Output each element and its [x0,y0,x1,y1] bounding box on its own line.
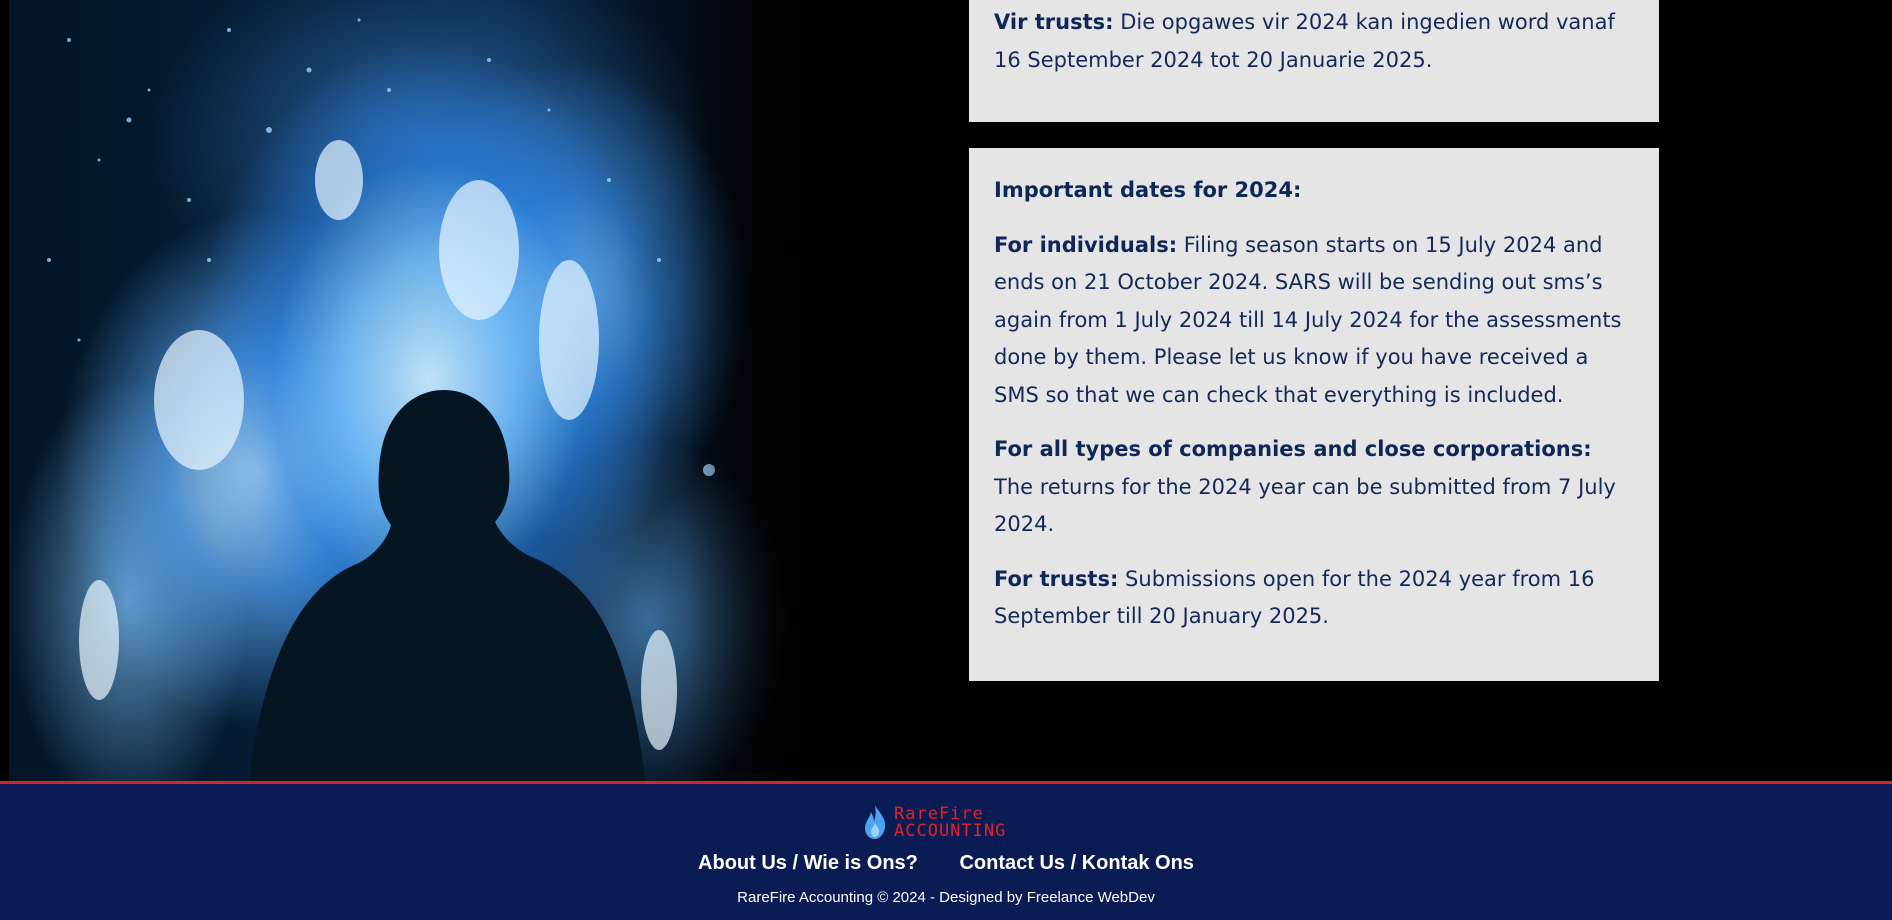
important-dates-heading: Important dates for 2024: [994,178,1302,202]
logo-wordmark-line2: ACCOUNTING [894,821,1007,841]
rarefire-logo[interactable]: RareFire ACCOUNTING [862,803,1042,845]
site-footer: RareFire ACCOUNTING About Us / Wie is On… [0,781,1892,920]
companies-paragraph: For all types of companies and close cor… [994,437,1616,536]
info-card-afrikaans: Vir trusts: Die opgawes vir 2024 kan ing… [969,0,1659,122]
individuals-paragraph: For individuals: Filing season starts on… [994,232,1622,407]
flame-icon [865,805,886,839]
footer-link-about[interactable]: About Us / Wie is Ons? [698,852,918,874]
hero-fade [685,0,835,781]
trusts-paragraph: For trusts: Submissions open for the 202… [994,566,1595,629]
copyright-text: RareFire Accounting © 2024 - Designed by… [737,889,1155,906]
footer-nav: About Us / Wie is Ons? Contact Us / Kont… [0,852,1892,875]
trusts-paragraph-afrikaans: Vir trusts: Die opgawes vir 2024 kan ing… [994,10,1615,72]
hero-image [9,0,835,781]
footer-link-contact[interactable]: Contact Us / Kontak Ons [959,852,1193,874]
info-card-important-dates: Important dates for 2024: For individual… [969,148,1659,681]
